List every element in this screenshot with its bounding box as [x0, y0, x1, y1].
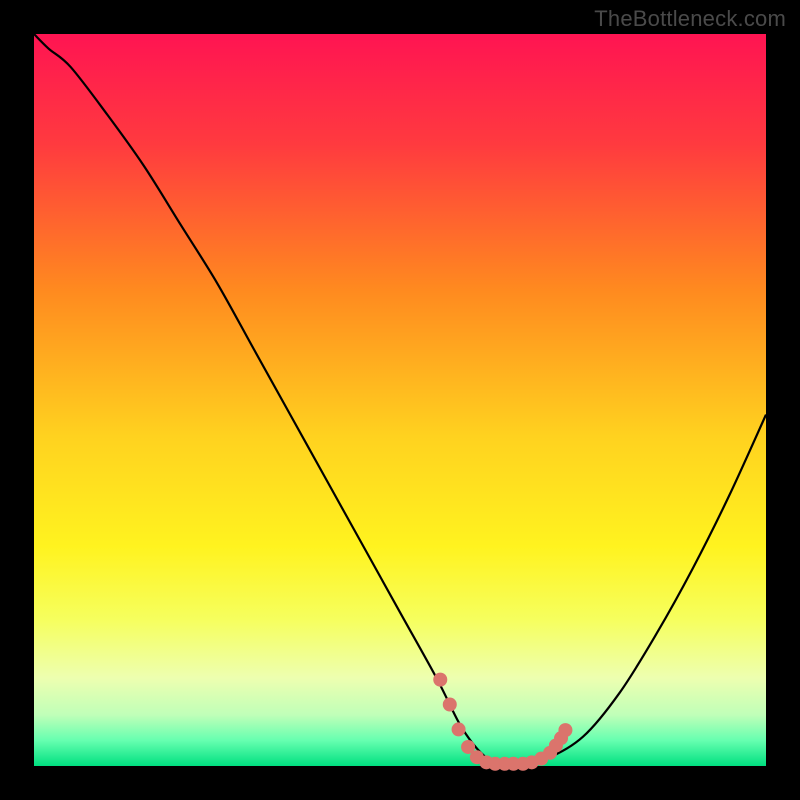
marker-point [558, 723, 572, 737]
sweet-spot-markers [433, 673, 572, 771]
watermark-text: TheBottleneck.com [594, 6, 786, 32]
bottleneck-curve [34, 34, 766, 764]
marker-point [433, 673, 447, 687]
chart-container: TheBottleneck.com [0, 0, 800, 800]
plot-area [34, 34, 766, 766]
curve-layer [34, 34, 766, 766]
marker-point [452, 722, 466, 736]
marker-point [443, 698, 457, 712]
